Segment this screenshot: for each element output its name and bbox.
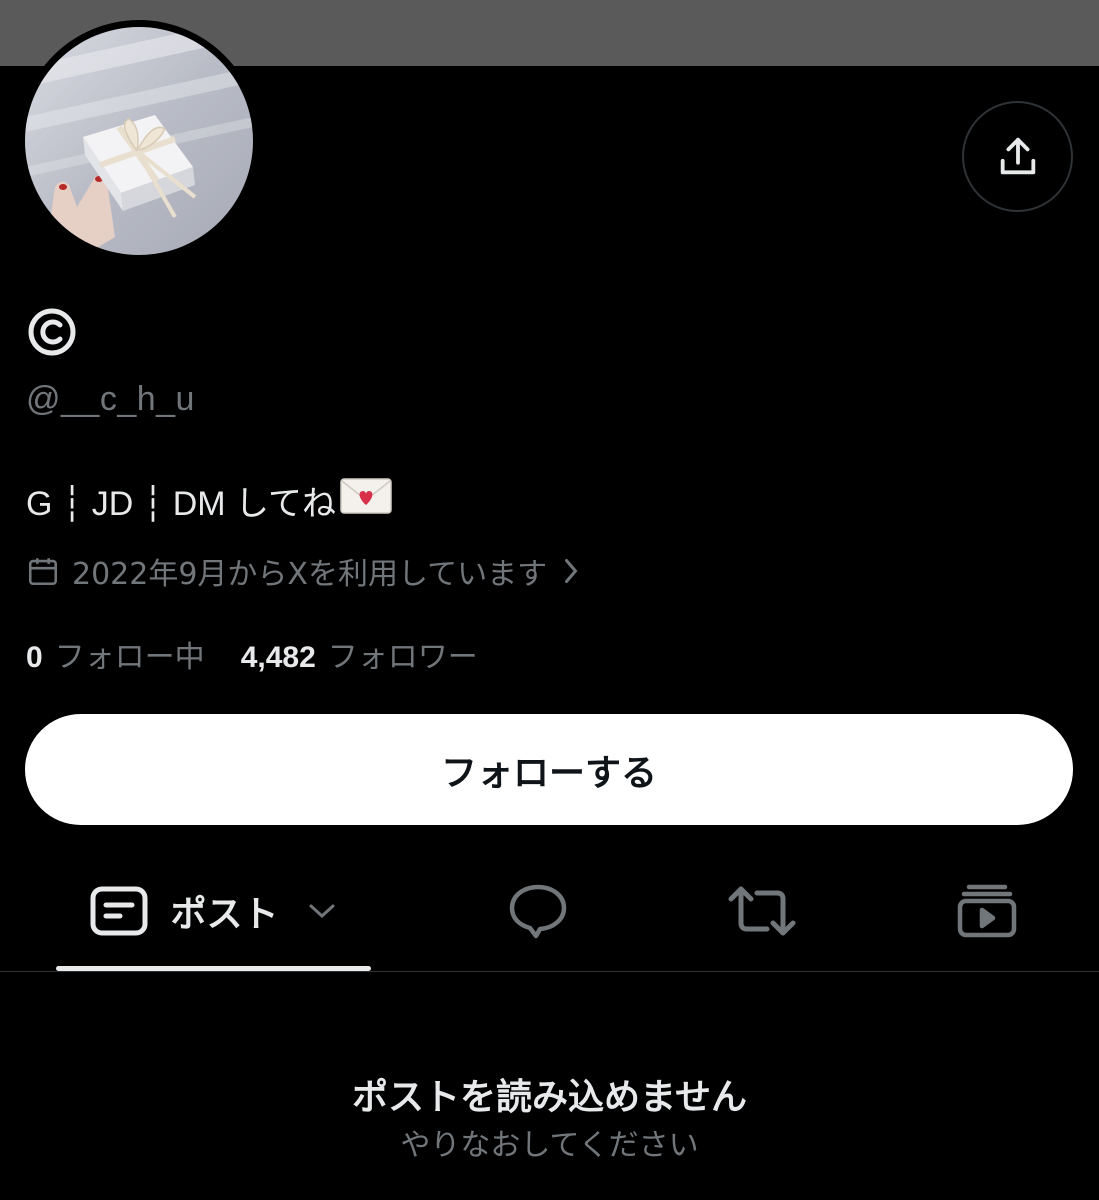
tab-media[interactable]	[939, 856, 1035, 966]
chevron-right-icon	[565, 559, 578, 583]
avatar[interactable]	[18, 20, 260, 262]
bio-text: G ┆ JD ┆ DM してね	[26, 485, 337, 523]
posts-icon	[90, 886, 148, 936]
repost-icon	[728, 886, 796, 936]
join-date-text: 2022年9月からXを利用しています	[72, 557, 548, 592]
tab-replies[interactable]	[490, 856, 586, 966]
share-icon	[1000, 137, 1035, 174]
display-name	[26, 306, 78, 358]
followers-count[interactable]: 4,482	[241, 641, 316, 675]
feed-error-subtitle[interactable]: やりなおしてください	[0, 1120, 1099, 1164]
media-icon	[957, 884, 1017, 938]
avatar-image	[25, 27, 253, 255]
join-date[interactable]: 2022年9月からXを利用しています	[26, 549, 581, 593]
profile-tabs: ポスト	[0, 856, 1099, 972]
profile-page: @__c_h_u G ┆ JD ┆ DM してね 2022年9月からXを利用して…	[0, 0, 1099, 1200]
profile-handle: @__c_h_u	[26, 380, 195, 418]
follow-stats: 0 フォロー中 4,482 フォロワー	[26, 632, 478, 676]
calendar-icon	[28, 558, 58, 586]
followers-label[interactable]: フォロワー	[328, 632, 478, 676]
following-count[interactable]: 0	[26, 641, 43, 675]
feed-error-title: ポストを読み込めません	[352, 1077, 747, 1118]
tab-posts-label: ポスト	[170, 894, 279, 935]
love-letter-icon	[340, 478, 392, 523]
share-button[interactable]	[962, 101, 1073, 212]
follow-button[interactable]: フォローする	[25, 714, 1073, 825]
profile-bio: G ┆ JD ┆ DM してね	[26, 476, 392, 525]
tab-reposts[interactable]	[714, 856, 810, 966]
chevron-down-icon[interactable]	[307, 901, 337, 921]
tab-posts[interactable]: ポスト	[56, 856, 371, 966]
reply-icon	[509, 884, 567, 939]
copyright-icon	[28, 308, 76, 356]
tabs-divider	[0, 971, 1099, 972]
following-label[interactable]: フォロー中	[55, 632, 205, 676]
